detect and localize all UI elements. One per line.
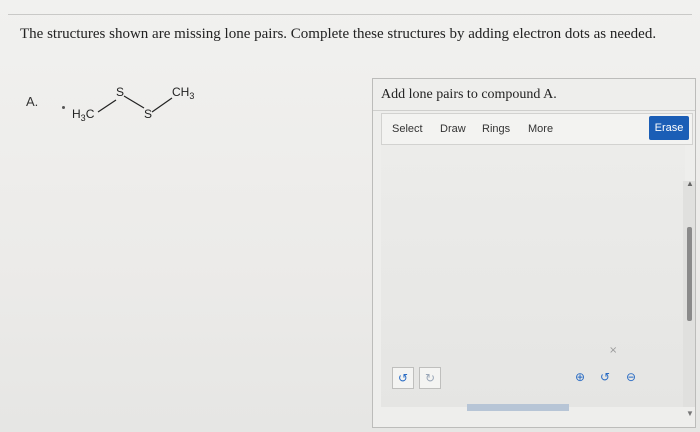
editor-panel: Add lone pairs to compound A. Select Dra…	[372, 78, 696, 428]
bond-c-s1	[97, 99, 117, 113]
scroll-up-arrow-icon[interactable]: ▲	[686, 179, 694, 188]
vertical-scrollbar[interactable]: ▲	[683, 179, 695, 407]
toolbar-draw[interactable]: Draw	[440, 123, 466, 135]
horizontal-scrollbar[interactable]	[381, 401, 685, 411]
bullet-dot	[62, 106, 65, 109]
top-divider	[8, 14, 692, 15]
s2-label: S	[144, 107, 152, 121]
redo-button[interactable]: ↻	[419, 367, 441, 389]
undo-button[interactable]: ↺	[392, 367, 414, 389]
molecule-structure: H3C S S CH3	[72, 85, 194, 123]
s1-label: S	[116, 85, 124, 99]
zoom-in-icon[interactable]: ⊕	[570, 367, 590, 387]
cursor-mark-icon: ×	[609, 345, 618, 356]
toolbar-more[interactable]: More	[528, 123, 553, 135]
horizontal-scroll-thumb[interactable]	[467, 404, 569, 411]
zoom-out-icon[interactable]: ⊖	[621, 367, 641, 387]
zoom-reset-icon[interactable]: ↺	[595, 367, 615, 387]
scroll-down-arrow-icon[interactable]: ▼	[686, 409, 694, 418]
bond-s1-s2	[123, 95, 145, 109]
panel-title: Add lone pairs to compound A.	[381, 87, 557, 102]
h3c-label: H3C	[72, 107, 95, 123]
editor-toolbar: Select Draw Rings More Erase	[381, 113, 693, 145]
part-label: A.	[26, 94, 39, 109]
vertical-scroll-thumb[interactable]	[687, 227, 692, 321]
bond-s2-c	[151, 97, 173, 113]
erase-button[interactable]: Erase	[649, 116, 689, 140]
toolbar-select[interactable]: Select	[392, 123, 423, 135]
ch3-label: CH3	[172, 85, 194, 101]
panel-divider	[373, 110, 695, 111]
page: The structures shown are missing lone pa…	[0, 0, 700, 432]
toolbar-rings[interactable]: Rings	[482, 123, 510, 135]
question-text: The structures shown are missing lone pa…	[20, 26, 657, 42]
